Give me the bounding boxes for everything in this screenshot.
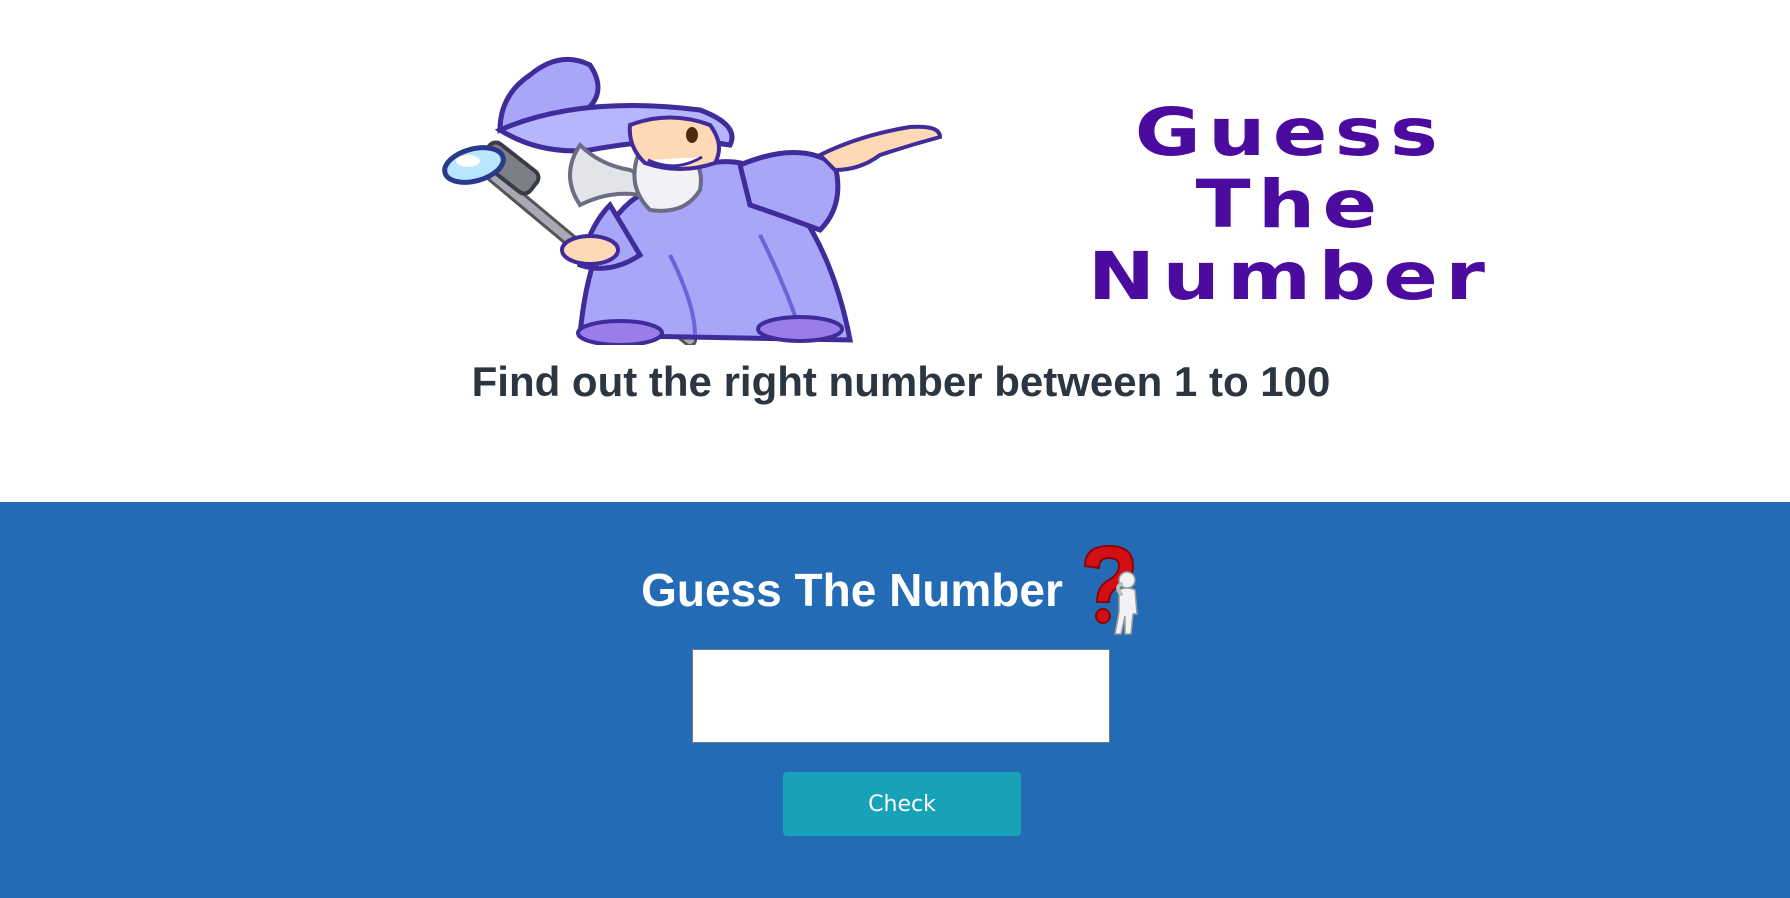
game-panel: Guess The Number Check xyxy=(0,502,1790,898)
check-button[interactable]: Check xyxy=(783,772,1021,836)
logo-line-the: The xyxy=(1195,166,1385,243)
logo-line-number: Number xyxy=(1087,238,1493,315)
game-logo-text: Guess The Number xyxy=(973,97,1607,313)
hero-section: Guess The Number Find out the right numb… xyxy=(0,0,1790,502)
instructions-heading: Find out the right number between 1 to 1… xyxy=(471,358,1331,405)
hero-banner: Guess The Number xyxy=(440,55,1550,345)
game-title: Guess The Number xyxy=(641,564,1063,616)
game-title-row: Guess The Number xyxy=(0,544,1790,636)
logo-line-guess: Guess xyxy=(1134,94,1446,171)
wizard-illustration xyxy=(442,56,943,345)
page: Guess The Number Find out the right numb… xyxy=(0,0,1790,898)
guess-number-input[interactable] xyxy=(692,649,1110,743)
question-figure-icon xyxy=(1083,544,1138,635)
